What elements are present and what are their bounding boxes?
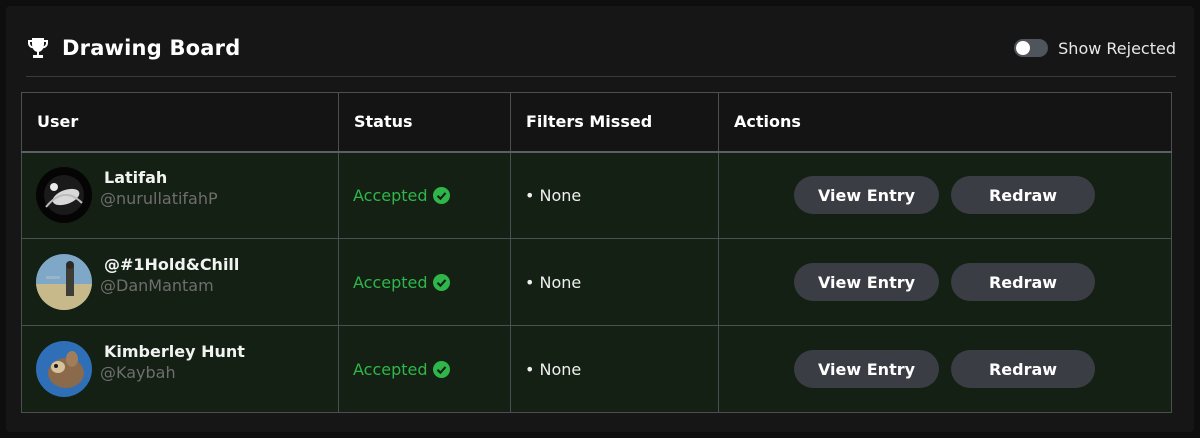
header-divider — [26, 76, 1176, 77]
filters-missed-value: • None — [525, 359, 582, 379]
filters-missed-value: • None — [525, 185, 582, 205]
table-row: Kimberley Hunt @Kaybah Accepted • None V… — [21, 325, 1172, 413]
status-cell: Accepted — [338, 151, 511, 239]
user-handle: @Kaybah — [100, 363, 176, 382]
title-group: Drawing Board — [26, 36, 240, 60]
user-name: Latifah — [104, 168, 168, 188]
user-cell: Kimberley Hunt @Kaybah — [21, 325, 339, 413]
filters-missed-cell: • None — [510, 325, 719, 413]
avatar — [36, 341, 92, 397]
actions-cell: View Entry Redraw — [718, 151, 1172, 239]
user-cell: @#1Hold&Chill @DanMantam — [21, 238, 339, 326]
table-header-row: User Status Filters Missed Actions — [21, 92, 1172, 153]
avatar — [36, 167, 92, 224]
view-entry-button[interactable]: View Entry — [794, 350, 939, 388]
check-circle-icon — [432, 186, 450, 204]
redraw-button[interactable]: Redraw — [951, 176, 1095, 215]
user-cell: Latifah @nurullatifahP — [21, 151, 339, 239]
table-row: @#1Hold&Chill @DanMantam Accepted • None — [21, 238, 1172, 326]
toggle-knob — [1016, 41, 1031, 55]
actions-cell: View Entry Redraw — [718, 238, 1172, 326]
check-circle-icon — [432, 273, 450, 291]
check-circle-icon — [432, 360, 450, 378]
status-text: Accepted — [353, 185, 428, 205]
filters-missed-cell: • None — [510, 151, 719, 239]
entries-table: User Status Filters Missed Actions Latif… — [21, 92, 1172, 413]
trophy-icon — [28, 38, 48, 58]
status-text: Accepted — [353, 272, 428, 292]
view-entry-button[interactable]: View Entry — [794, 176, 939, 215]
user-handle: @nurullatifahP — [100, 189, 218, 209]
column-header-actions: Actions — [718, 92, 1172, 153]
page-title: Drawing Board — [62, 36, 241, 60]
view-entry-button[interactable]: View Entry — [794, 263, 939, 301]
user-name: @#1Hold&Chill — [104, 255, 240, 274]
column-header-filters-missed: Filters Missed — [510, 92, 719, 153]
filters-missed-value: • None — [525, 272, 582, 292]
column-header-user: User — [21, 92, 339, 153]
avatar — [36, 254, 92, 310]
user-name: Kimberley Hunt — [104, 342, 245, 361]
column-header-status: Status — [338, 92, 511, 153]
show-rejected-toggle[interactable] — [1014, 39, 1049, 57]
redraw-button[interactable]: Redraw — [951, 263, 1095, 301]
user-handle: @DanMantam — [100, 276, 214, 295]
show-rejected-control: Show Rejected — [1014, 39, 1176, 58]
status-cell: Accepted — [338, 325, 511, 413]
panel-header: Drawing Board Show Rejected — [26, 28, 1176, 68]
filters-missed-cell: • None — [510, 238, 719, 326]
table-row: Latifah @nurullatifahP Accepted • None V… — [21, 151, 1172, 239]
redraw-button[interactable]: Redraw — [951, 350, 1095, 388]
status-cell: Accepted — [338, 238, 511, 326]
show-rejected-label: Show Rejected — [1058, 38, 1176, 58]
status-text: Accepted — [353, 359, 428, 379]
actions-cell: View Entry Redraw — [718, 325, 1172, 413]
